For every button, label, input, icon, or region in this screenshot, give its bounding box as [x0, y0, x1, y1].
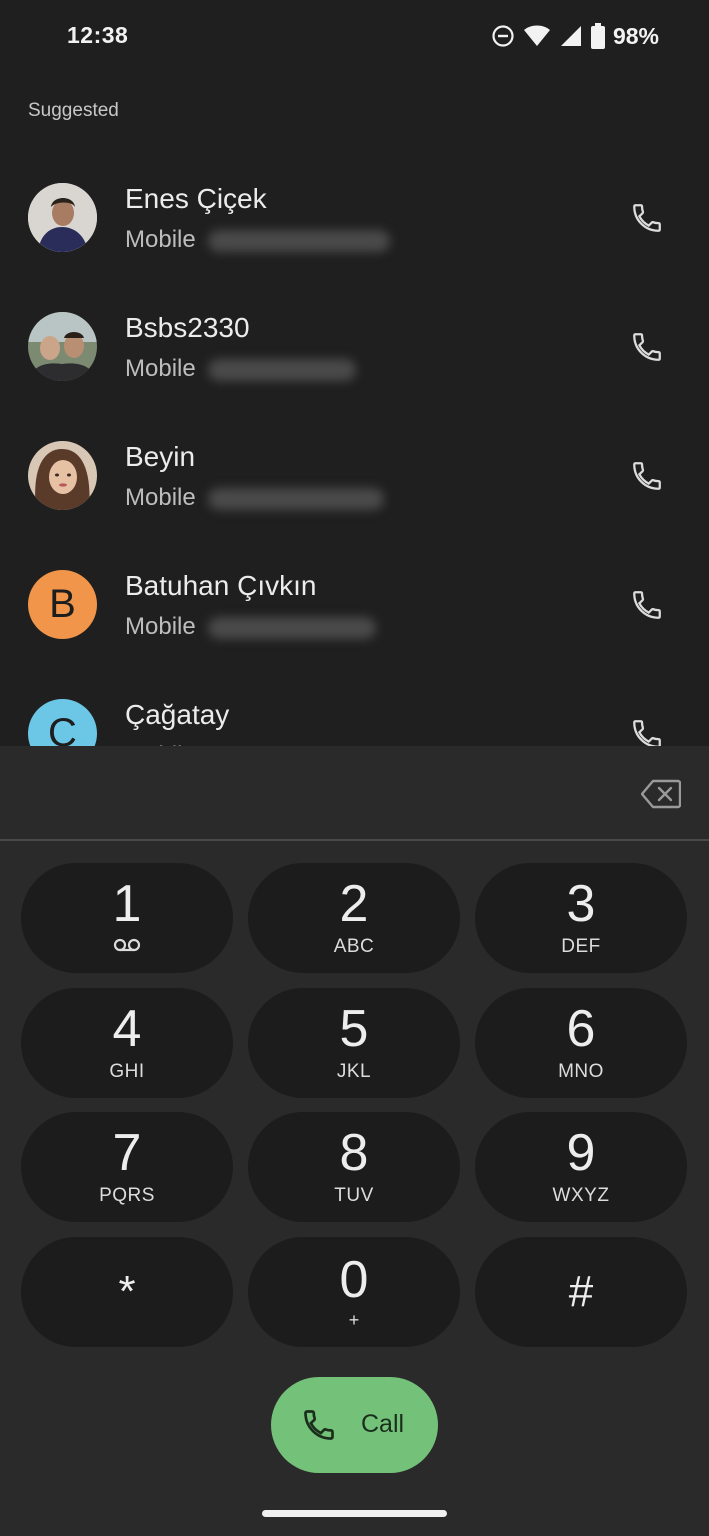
key-digit: 0 — [339, 1250, 369, 1309]
phone-icon — [633, 720, 661, 746]
key-digit: * — [118, 1267, 136, 1316]
digits-row — [0, 746, 709, 841]
key-digit: 5 — [339, 1000, 369, 1058]
key-digit: 1 — [112, 875, 142, 933]
key-digit: 7 — [112, 1124, 142, 1182]
contact-name: Çağatay — [125, 699, 230, 730]
contact-name: Batuhan Çıvkın — [125, 570, 317, 601]
key-digit: 8 — [339, 1124, 369, 1182]
contact-number-type: Mobile — [125, 613, 196, 640]
status-time: 12:38 — [67, 22, 129, 48]
blurred-phone-number — [208, 488, 384, 510]
call-button-label: Call — [361, 1410, 405, 1438]
battery-icon — [590, 23, 605, 49]
contact-name: Enes Çiçek — [125, 183, 267, 214]
dialpad-panel: 1 2 ABC 3 DEF 4 GHI 5 JKL 6 MNO 7 PQRS 8… — [0, 746, 709, 1536]
dialpad-key-0[interactable]: 0 + — [248, 1237, 460, 1347]
blurred-phone-number — [208, 359, 356, 381]
status-icons: 98% — [491, 22, 659, 50]
key-digit: 6 — [566, 1000, 596, 1058]
dialpad-key-6[interactable]: 6 MNO — [475, 988, 687, 1098]
key-letters: DEF — [561, 936, 601, 957]
call-contact-button[interactable] — [622, 709, 672, 746]
dialpad-key-7[interactable]: 7 PQRS — [21, 1112, 233, 1222]
dialpad-key-star[interactable]: * — [21, 1237, 233, 1347]
dialpad-key-9[interactable]: 9 WXYZ — [475, 1112, 687, 1222]
contact-row[interactable]: B Batuhan Çıvkın Mobile — [0, 539, 709, 668]
call-contact-button[interactable] — [622, 580, 672, 630]
status-bar: 12:38 98% — [0, 0, 709, 72]
avatar[interactable] — [28, 312, 97, 381]
dialpad-key-2[interactable]: 2 ABC — [248, 863, 460, 973]
key-digit: 9 — [566, 1124, 596, 1182]
key-letters: + — [348, 1309, 360, 1330]
voicemail-icon — [113, 936, 141, 958]
phone-number-input[interactable] — [40, 766, 600, 820]
wifi-icon — [523, 24, 551, 48]
phone-icon — [633, 591, 661, 619]
key-letters: ABC — [333, 936, 375, 957]
key-letters: GHI — [109, 1061, 145, 1082]
phone-icon — [633, 462, 661, 490]
key-letters: MNO — [558, 1061, 604, 1082]
call-button[interactable]: Call — [271, 1377, 438, 1473]
contact-row[interactable]: Bsbs2330 Mobile — [0, 281, 709, 410]
contact-name: Bsbs2330 — [125, 312, 250, 343]
contact-row[interactable]: Ç Çağatay Mobile — [0, 668, 709, 746]
contact-name: Beyin — [125, 441, 196, 472]
avatar[interactable] — [28, 441, 97, 510]
phone-icon — [633, 333, 661, 361]
dialpad-key-hash[interactable]: # — [475, 1237, 687, 1347]
dialpad-key-8[interactable]: 8 TUV — [248, 1112, 460, 1222]
backspace-button[interactable] — [636, 774, 686, 814]
cell-signal-icon — [559, 24, 583, 48]
suggested-header: Suggested — [28, 100, 119, 121]
battery-percentage: 98% — [612, 22, 659, 49]
home-indicator[interactable] — [262, 1510, 447, 1517]
avatar[interactable]: B — [28, 570, 97, 639]
dialpad-key-1[interactable]: 1 — [21, 863, 233, 973]
key-digit: 4 — [112, 1000, 142, 1058]
key-letters: JKL — [336, 1061, 372, 1082]
dialpad-key-4[interactable]: 4 GHI — [21, 988, 233, 1098]
avatar[interactable] — [28, 183, 97, 252]
avatar[interactable]: Ç — [28, 699, 97, 746]
call-contact-button[interactable] — [622, 451, 672, 501]
key-letters: TUV — [334, 1185, 374, 1206]
blurred-phone-number — [208, 617, 376, 639]
phone-icon — [301, 1407, 337, 1448]
avatar-letter: B — [49, 582, 76, 626]
key-letters: WXYZ — [552, 1185, 610, 1206]
key-digit: # — [568, 1267, 594, 1316]
do-not-disturb-icon — [491, 24, 515, 48]
dialpad-key-3[interactable]: 3 DEF — [475, 863, 687, 973]
avatar-letter: Ç — [48, 711, 77, 746]
contact-number-type: Mobile — [125, 355, 196, 382]
contact-row[interactable]: Beyin Mobile — [0, 410, 709, 539]
contact-number-type: Mobile — [125, 484, 196, 511]
blurred-phone-number — [208, 230, 390, 252]
key-digit: 2 — [339, 875, 369, 933]
suggested-contact-list[interactable]: Enes Çiçek Mobile Bsbs2330 Mobile Beyin … — [0, 152, 709, 746]
call-contact-button[interactable] — [622, 322, 672, 372]
backspace-icon — [641, 779, 681, 809]
call-contact-button[interactable] — [622, 193, 672, 243]
contact-number-type: Mobile — [125, 226, 196, 253]
contact-row[interactable]: Enes Çiçek Mobile — [0, 152, 709, 281]
key-digit: 3 — [566, 875, 596, 933]
key-letters: PQRS — [99, 1185, 155, 1206]
phone-icon — [633, 204, 661, 232]
dialpad-key-5[interactable]: 5 JKL — [248, 988, 460, 1098]
